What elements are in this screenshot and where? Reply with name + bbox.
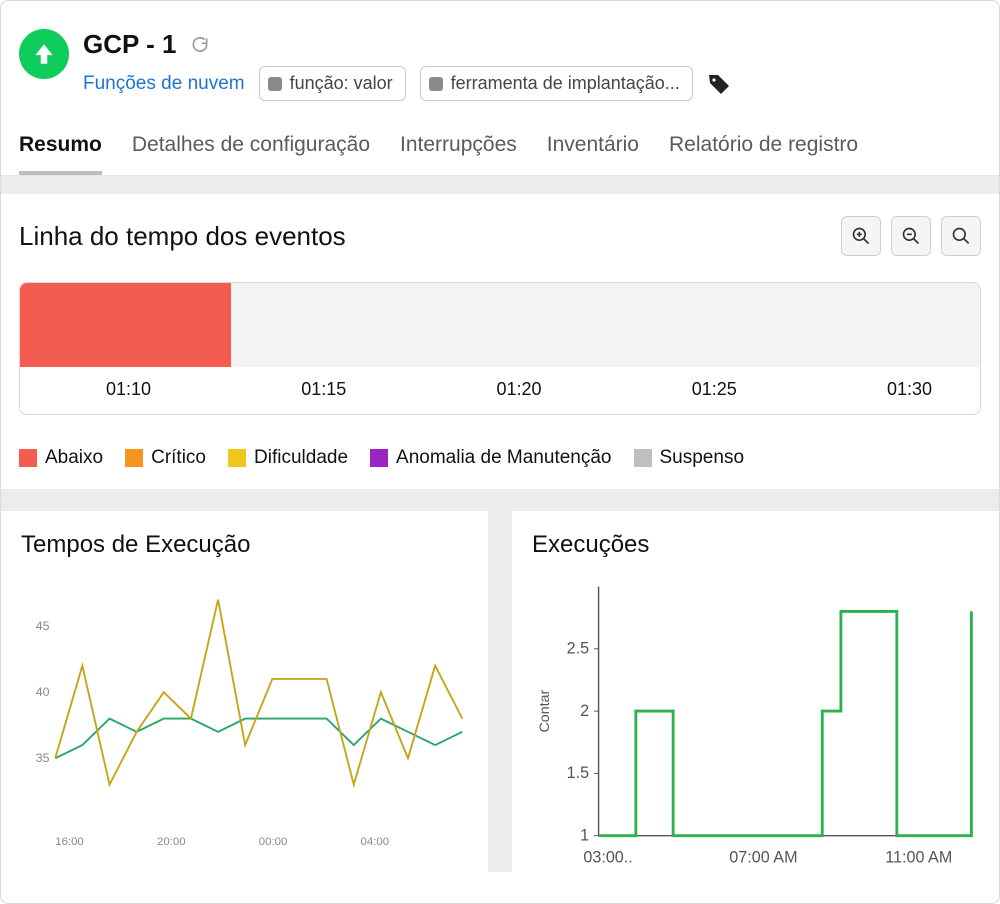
tag-icon[interactable]: [707, 72, 731, 96]
tag-pill-funcao[interactable]: função: valor: [259, 66, 406, 101]
legend-item: Dificuldade: [228, 447, 348, 469]
svg-text:1: 1: [580, 826, 589, 844]
legend-item: Anomalia de Manutenção: [370, 447, 611, 469]
legend-swatch-icon: [125, 449, 143, 467]
svg-text:Contar: Contar: [537, 689, 553, 732]
svg-text:11:00 AM: 11:00 AM: [885, 848, 952, 866]
timeline-legend: Abaixo Crítico Dificuldade Anomalia de M…: [1, 425, 999, 489]
tab-inventario[interactable]: Inventário: [547, 133, 639, 175]
zoom-out-button[interactable]: [891, 216, 931, 256]
svg-text:00:00: 00:00: [259, 836, 288, 848]
legend-item: Suspenso: [634, 447, 745, 469]
svg-text:40: 40: [36, 685, 50, 699]
tag-label: função: valor: [290, 73, 393, 94]
cards-row: Tempos de Execução 35 40 45 16:00 20:00 00:00…: [1, 489, 999, 872]
svg-text:07:00 AM: 07:00 AM: [729, 848, 797, 866]
card-executions: Execuções 11.522.5Contar03:00..07:00 AM1…: [512, 511, 999, 872]
tag-pill-ferramenta[interactable]: ferramenta de implantação...: [420, 66, 693, 101]
timeline-down-segment: [20, 283, 231, 367]
refresh-icon[interactable]: [190, 35, 210, 55]
timeline-tick: 01:25: [692, 379, 737, 400]
divider-band: [1, 176, 999, 194]
legend-swatch-icon: [19, 449, 37, 467]
svg-text:03:00..: 03:00..: [583, 848, 632, 866]
card-execution-times: Tempos de Execução 35 40 45 16:00 20:00 00:00…: [1, 511, 488, 872]
card-title: Execuções: [532, 531, 979, 559]
card-title: Tempos de Execução: [21, 531, 468, 559]
tab-detalhes[interactable]: Detalhes de configuração: [132, 133, 370, 175]
timeline-tick: 01:30: [887, 379, 932, 400]
timeline-tick: 01:10: [106, 379, 151, 400]
svg-text:16:00: 16:00: [55, 836, 84, 848]
svg-text:35: 35: [36, 751, 50, 765]
tab-resumo[interactable]: Resumo: [19, 133, 102, 175]
tag-swatch-icon: [429, 77, 443, 91]
legend-swatch-icon: [228, 449, 246, 467]
svg-text:04:00: 04:00: [361, 836, 390, 848]
tag-label: ferramenta de implantação...: [451, 73, 680, 94]
timeline-ticks: 01:10 01:15 01:20 01:25 01:30: [20, 367, 980, 414]
svg-text:2.5: 2.5: [567, 640, 589, 658]
executions-chart[interactable]: 1 1.5 2 2.5 Contar 03:00.. 07:00 AM 11:00 AM: [532, 577, 979, 872]
legend-item: Crítico: [125, 447, 206, 469]
svg-text:20:00: 20:00: [157, 836, 186, 848]
execution-times-chart[interactable]: 35 40 45 16:00 20:00 00:00 04:00: [21, 577, 468, 853]
page-header: GCP - 1 Funções de nuvem função: valor f…: [1, 1, 999, 109]
legend-swatch-icon: [370, 449, 388, 467]
cloud-functions-link[interactable]: Funções de nuvem: [83, 73, 245, 95]
zoom-reset-button[interactable]: [941, 216, 981, 256]
tab-relatorio[interactable]: Relatório de registro: [669, 133, 858, 175]
zoom-in-button[interactable]: [841, 216, 881, 256]
page-title: GCP - 1: [83, 29, 176, 60]
svg-text:45: 45: [36, 619, 50, 633]
timeline-title: Linha do tempo dos eventos: [19, 221, 346, 252]
tag-swatch-icon: [268, 77, 282, 91]
timeline-chart[interactable]: 01:10 01:15 01:20 01:25 01:30: [19, 282, 981, 415]
status-up-icon: [19, 29, 69, 79]
legend-item: Abaixo: [19, 447, 103, 469]
legend-swatch-icon: [634, 449, 652, 467]
timeline-panel: Linha do tempo dos eventos 01:10 01:15 0…: [1, 194, 999, 425]
tab-interrupcoes[interactable]: Interrupções: [400, 133, 517, 175]
tab-bar: Resumo Detalhes de configuração Interrup…: [1, 109, 999, 176]
svg-text:2: 2: [580, 702, 589, 720]
timeline-tick: 01:15: [301, 379, 346, 400]
timeline-tick: 01:20: [496, 379, 541, 400]
svg-text:1.5: 1.5: [567, 764, 589, 782]
